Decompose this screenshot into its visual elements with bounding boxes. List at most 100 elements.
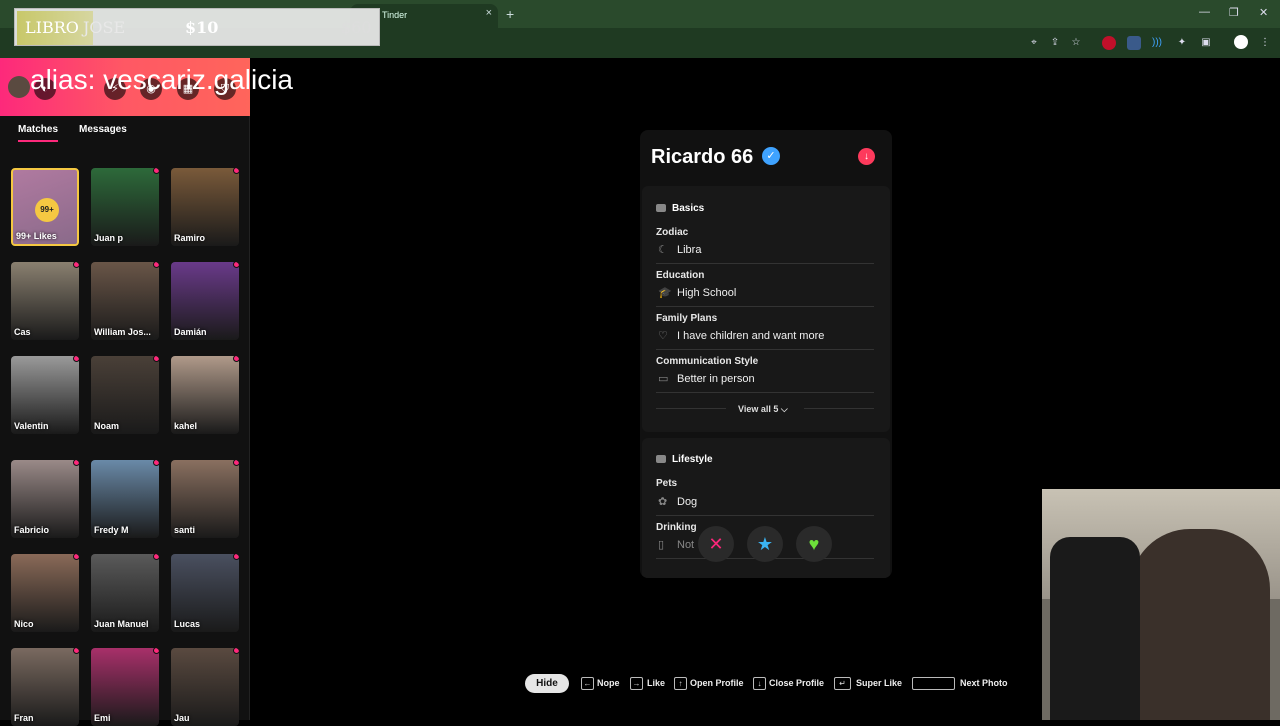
new-match-dot [153,262,159,268]
lifestyle-title-text: Lifestyle [672,454,713,465]
match-name: Fabricio [14,525,50,535]
match-tile[interactable]: Nico [11,554,79,632]
match-name: Damián [174,327,207,337]
pets-icon: ✿ [658,496,668,508]
family-plans-icon: ♡ [658,330,668,342]
new-match-dot [153,460,159,466]
likes-tile[interactable]: 99+ 99+ Likes [11,168,79,246]
tab-close-icon[interactable]: × [486,7,492,19]
new-tab-button[interactable]: + [506,6,514,22]
shortcut-close-profile: Close Profile [769,678,825,688]
extensions-icon[interactable]: ▣ [1199,36,1213,50]
communication-icon: ▭ [658,373,669,385]
shortcut-like: Like [647,678,666,688]
view-all-button[interactable]: View all 5 ⌵ [738,404,788,415]
extension-screen-icon[interactable] [1127,36,1141,50]
new-match-dot [73,554,79,560]
user-avatar[interactable] [8,76,30,98]
basics-title: Basics [656,203,704,214]
extension-red-icon[interactable] [1102,36,1116,50]
divider [656,408,726,409]
webcam-overlay [1042,489,1280,720]
overlay-banner: LIBRO JOSE $10 $60 [14,8,380,46]
match-name: Ramiro [174,233,206,243]
new-match-dot [233,262,239,268]
divider [656,515,874,516]
match-tile[interactable]: Ramiro [171,168,239,246]
match-tile[interactable]: Fabricio [11,460,79,538]
banner-brand-b: JOSE [83,18,126,37]
maximize-button[interactable]: ❐ [1229,6,1239,19]
menu-kebab-icon[interactable]: ⋮ [1258,36,1272,50]
match-tile[interactable]: kahel [171,356,239,434]
minimize-button[interactable]: — [1199,6,1210,18]
new-match-dot [233,554,239,560]
hide-shortcuts-button[interactable]: Hide [525,674,569,693]
match-name: Juan Manuel [94,619,149,629]
field-label-family-plans: Family Plans [656,313,718,324]
match-tile[interactable]: Lucas [171,554,239,632]
field-value-family-plans: I have children and want more [677,330,825,342]
up-arrow-key-icon: ↑ [674,677,687,690]
basics-section: Basics Zodiac ☾ Libra Education 🎓 High S… [642,186,890,432]
match-tile[interactable]: Emi [91,648,159,726]
bookmark-star-icon[interactable]: ☆ [1069,36,1083,50]
share-icon[interactable]: ⇪ [1048,36,1062,50]
field-label-drinking: Drinking [656,522,697,533]
sidebar-tabs: Matches Messages [0,120,250,142]
match-tile[interactable]: Fran [11,648,79,726]
new-match-dot [153,356,159,362]
collapse-profile-button[interactable]: ↓ [858,148,875,165]
enter-key-icon: ↵ [834,677,851,690]
new-match-dot [233,168,239,174]
new-match-dot [153,168,159,174]
verified-badge-icon: ✓ [762,147,780,165]
match-tile[interactable]: Valentin [11,356,79,434]
right-arrow-key-icon: → [630,677,643,690]
nope-button[interactable]: ✕ [698,526,734,562]
education-icon: 🎓 [658,287,672,299]
banner-price-1: $10 [185,18,219,37]
field-value-pets: Dog [677,496,698,508]
tab-matches[interactable]: Matches [18,124,59,142]
divider [656,306,874,307]
field-label-education: Education [656,270,705,281]
close-window-button[interactable]: ✕ [1259,6,1268,19]
extension-puzzle-icon[interactable]: ✦ [1175,36,1189,50]
match-name: santi [174,525,196,535]
match-name: Fredy M [94,525,129,535]
new-match-dot [153,554,159,560]
match-tile[interactable]: Juan Manuel [91,554,159,632]
new-match-dot [233,460,239,466]
lifestyle-title: Lifestyle [656,454,713,465]
match-tile[interactable]: Jau [171,648,239,726]
super-like-button[interactable]: ★ [747,526,783,562]
new-match-dot [73,460,79,466]
match-tile[interactable]: Fredy M [91,460,159,538]
divider [656,263,874,264]
field-label-pets: Pets [656,478,678,489]
extension-wave-icon[interactable]: ))) [1150,36,1164,50]
location-icon[interactable]: ⌖ [1027,36,1041,50]
like-button[interactable]: ♥ [796,526,832,562]
new-match-dot [153,648,159,654]
down-arrow-key-icon: ↓ [753,677,766,690]
shortcut-open-profile: Open Profile [690,678,744,688]
match-tile[interactable]: Noam [91,356,159,434]
tag-icon [656,204,666,213]
drinking-icon: ▯ [658,539,665,551]
match-tile[interactable]: Damián [171,262,239,340]
match-tile[interactable]: Juan p [91,168,159,246]
left-arrow-key-icon: ← [581,677,594,690]
match-name: Fran [14,713,34,723]
match-tile[interactable]: Cas [11,262,79,340]
profile-avatar-icon[interactable] [1234,35,1248,49]
match-name: kahel [174,421,198,431]
tag-icon [656,455,666,464]
match-tile[interactable]: santi [171,460,239,538]
shortcut-next-photo: Next Photo [960,678,1008,688]
tab-messages[interactable]: Messages [79,124,127,135]
match-tile[interactable]: William Jos... [91,262,159,340]
matches-sidebar: Matches Messages 99+ 99+ Likes Juan p Ramir… [0,58,250,726]
match-name: Valentin [14,421,49,431]
